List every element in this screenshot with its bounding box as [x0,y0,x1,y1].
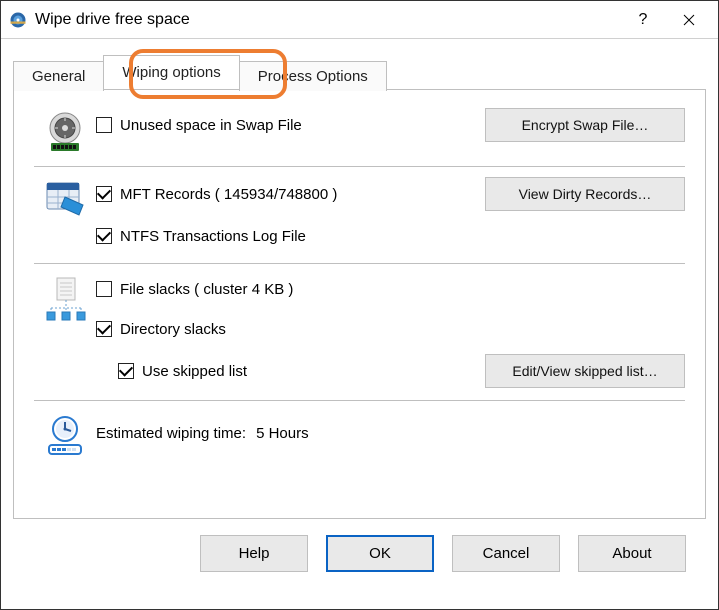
records-icon [34,177,96,219]
encrypt-swap-file-button[interactable]: Encrypt Swap File… [485,108,685,142]
checkbox-label: Unused space in Swap File [120,117,302,134]
checkbox-mft-records[interactable]: MFT Records ( 145934/748800 ) [96,186,337,203]
section-estimate: Estimated wiping time: 5 Hours [34,401,685,469]
dialog-button-bar: Help OK Cancel About [13,519,706,572]
section-swap: Unused space in Swap File Encrypt Swap F… [34,104,685,167]
help-button-bottom[interactable]: Help [200,535,308,572]
checkbox-label: NTFS Transactions Log File [120,228,306,245]
wiping-options-panel: Unused space in Swap File Encrypt Swap F… [13,89,706,519]
checkbox-use-skipped-list[interactable]: Use skipped list [118,363,247,380]
checkbox-label: Directory slacks [120,321,226,338]
close-button[interactable] [666,2,712,38]
window-title: Wipe drive free space [35,11,620,29]
help-button[interactable]: ? [620,2,666,38]
edit-view-skipped-list-button[interactable]: Edit/View skipped list… [485,354,685,388]
tab-wiping-options[interactable]: Wiping options [103,55,239,89]
section-mft: MFT Records ( 145934/748800 ) View Dirty… [34,167,685,264]
checkbox-file-slacks[interactable]: File slacks ( cluster 4 KB ) [96,281,293,298]
titlebar: Wipe drive free space ? [1,1,718,39]
ok-button[interactable]: OK [326,535,434,572]
file-tree-icon [34,274,96,322]
cancel-button[interactable]: Cancel [452,535,560,572]
checkbox-label: Use skipped list [142,363,247,380]
section-slacks: File slacks ( cluster 4 KB ) Directory s… [34,264,685,401]
checkbox-label: MFT Records ( 145934/748800 ) [120,186,337,203]
clock-progress-icon [34,411,96,457]
checkbox-ntfs-log[interactable]: NTFS Transactions Log File [96,228,306,245]
checkbox-directory-slacks[interactable]: Directory slacks [96,321,226,338]
checkbox-unused-swap[interactable]: Unused space in Swap File [96,117,302,134]
estimate-label: Estimated wiping time: [96,425,246,442]
safe-icon [34,108,96,154]
about-button[interactable]: About [578,535,686,572]
checkbox-icon [96,321,112,337]
app-icon [9,11,27,29]
checkbox-label: File slacks ( cluster 4 KB ) [120,281,293,298]
estimate-value: 5 Hours [256,425,309,442]
checkbox-icon [118,363,134,379]
view-dirty-records-button[interactable]: View Dirty Records… [485,177,685,211]
checkbox-icon [96,281,112,297]
tab-process-options[interactable]: Process Options [239,61,387,91]
tab-bar: General Wiping options Process Options [13,55,706,89]
tab-general[interactable]: General [13,61,104,91]
checkbox-icon [96,117,112,133]
checkbox-icon [96,186,112,202]
checkbox-icon [96,228,112,244]
